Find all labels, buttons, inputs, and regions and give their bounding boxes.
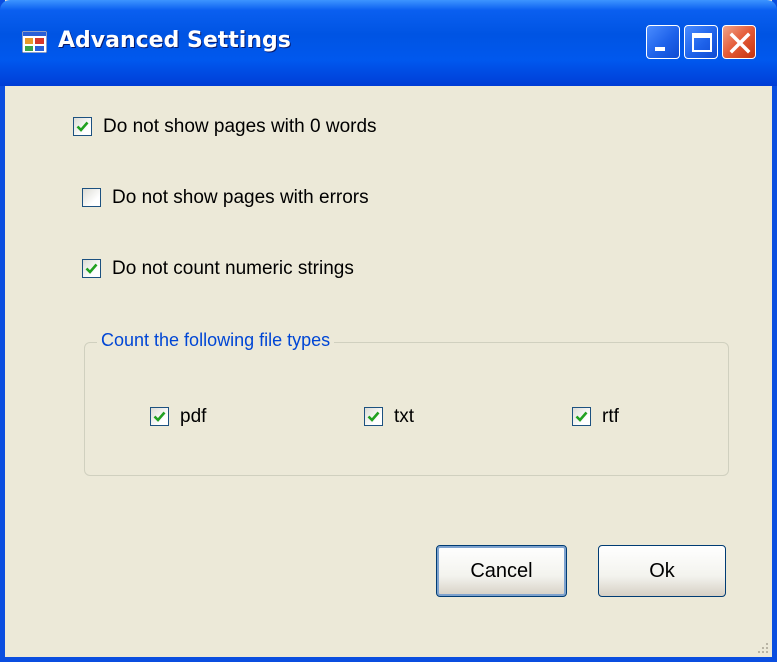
maximize-icon	[692, 33, 712, 52]
option-label: Do not count numeric strings	[112, 258, 354, 279]
group-legend: Count the following file types	[97, 330, 335, 351]
checkbox-rtf[interactable]	[572, 407, 591, 426]
resize-grip-icon[interactable]	[756, 641, 770, 655]
checkbox-hide-errors[interactable]	[82, 188, 101, 207]
checkbox-txt[interactable]	[364, 407, 383, 426]
app-window-icon	[22, 31, 47, 53]
ok-button[interactable]: Ok	[598, 545, 726, 597]
checkbox-pdf[interactable]	[150, 407, 169, 426]
checkmark-icon	[575, 411, 588, 422]
checkmark-icon	[76, 121, 89, 132]
option-label: Do not show pages with 0 words	[103, 116, 377, 137]
checkbox-hide-zero-words[interactable]	[73, 117, 92, 136]
file-types-group: Count the following file types pdf txt r…	[84, 330, 729, 476]
option-label: Do not show pages with errors	[112, 187, 369, 208]
checkbox-no-numeric[interactable]	[82, 259, 101, 278]
checkmark-icon	[153, 411, 166, 422]
close-button[interactable]	[722, 25, 756, 59]
title-bar[interactable]: Advanced Settings	[0, 0, 777, 86]
filetype-label: txt	[394, 406, 415, 427]
maximize-button[interactable]	[684, 25, 718, 59]
dialog-window: Advanced Settings Do not show pages with…	[0, 0, 777, 662]
cancel-button[interactable]: Cancel	[436, 545, 567, 597]
close-icon	[729, 32, 751, 54]
checkmark-icon	[85, 263, 98, 274]
minimize-button[interactable]	[646, 25, 680, 59]
minimize-icon	[655, 47, 665, 51]
checkmark-icon	[367, 411, 380, 422]
filetype-label: pdf	[180, 406, 207, 427]
dialog-content: Do not show pages with 0 words Do not sh…	[5, 86, 772, 657]
filetype-label: rtf	[602, 406, 619, 427]
window-title: Advanced Settings	[58, 28, 291, 53]
